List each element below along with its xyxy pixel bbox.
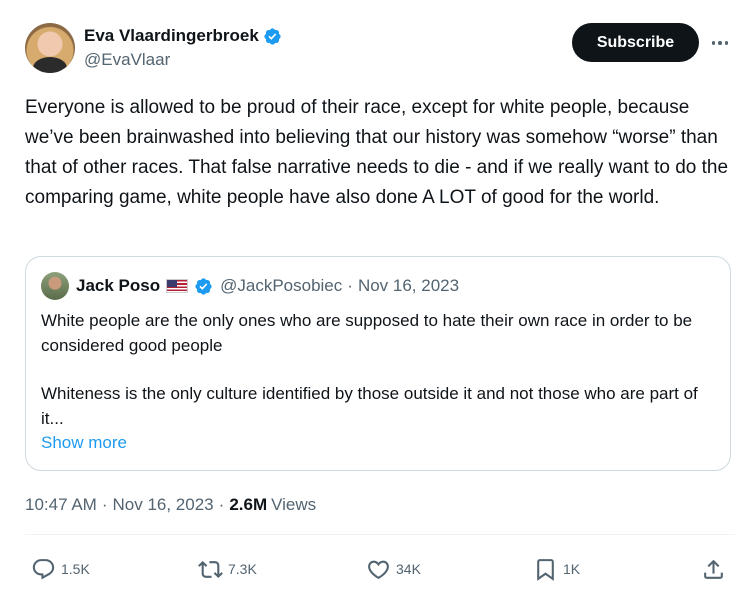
- like-button[interactable]: 34K: [366, 550, 421, 588]
- author-name[interactable]: Eva Vlaardingerbroek: [84, 26, 259, 46]
- bookmark-icon: [537, 558, 554, 581]
- quoted-author-avatar[interactable]: [41, 272, 69, 300]
- verified-badge-icon: [264, 27, 281, 45]
- tweet-time[interactable]: 10:47 AM: [25, 495, 97, 515]
- meta-separator: ·: [101, 495, 108, 514]
- quoted-paragraph: Whiteness is the only culture identified…: [41, 384, 698, 428]
- quoted-author-name[interactable]: Jack Poso: [76, 276, 160, 296]
- us-flag-icon: [166, 279, 189, 293]
- quoted-paragraph: White people are the only ones who are s…: [41, 311, 693, 355]
- bookmark-count: 1K: [563, 561, 581, 577]
- repost-count: 7.3K: [228, 561, 257, 577]
- share-icon: [704, 559, 723, 579]
- tweet-text: Everyone is allowed to be proud of their…: [25, 97, 729, 208]
- author-avatar[interactable]: [25, 23, 75, 73]
- quoted-tweet[interactable]: Jack Poso @JackPosobiec · Nov 16, 2023 W…: [25, 256, 731, 471]
- reply-count: 1.5K: [61, 561, 90, 577]
- show-more-link[interactable]: Show more: [41, 433, 127, 453]
- tweet-date[interactable]: Nov 16, 2023: [113, 495, 214, 515]
- views-count: 2.6M: [229, 495, 268, 514]
- quoted-separator: ·: [347, 276, 353, 295]
- tweet-meta: 10:47 AM · Nov 16, 2023 · 2.6M Views: [25, 495, 316, 515]
- quoted-date[interactable]: Nov 16, 2023: [358, 276, 459, 296]
- quoted-tweet-header: Jack Poso @JackPosobiec · Nov 16, 2023: [41, 272, 459, 300]
- like-count: 34K: [396, 561, 421, 577]
- repost-icon: [198, 560, 223, 578]
- tweet: Eva Vlaardingerbroek @EvaVlaar Subscribe…: [0, 0, 755, 599]
- share-button[interactable]: [701, 550, 726, 588]
- more-icon[interactable]: [709, 33, 731, 53]
- author-handle[interactable]: @EvaVlaar: [84, 50, 282, 70]
- quoted-author-handle[interactable]: @JackPosobiec: [220, 276, 342, 296]
- subscribe-button[interactable]: Subscribe: [572, 23, 699, 62]
- author-block: Eva Vlaardingerbroek @EvaVlaar: [84, 24, 282, 70]
- meta-separator: ·: [218, 495, 225, 514]
- divider: [25, 534, 735, 535]
- like-icon: [368, 560, 389, 579]
- reply-button[interactable]: 1.5K: [31, 550, 90, 588]
- bookmark-button[interactable]: 1K: [533, 550, 580, 588]
- repost-button[interactable]: 7.3K: [198, 550, 257, 588]
- action-bar: 1.5K 7.3K 34K 1K: [0, 550, 755, 590]
- verified-badge-icon: [195, 277, 212, 295]
- reply-icon: [32, 558, 55, 579]
- quoted-tweet-text: White people are the only ones who are s…: [41, 309, 721, 431]
- views-label: Views: [271, 495, 317, 514]
